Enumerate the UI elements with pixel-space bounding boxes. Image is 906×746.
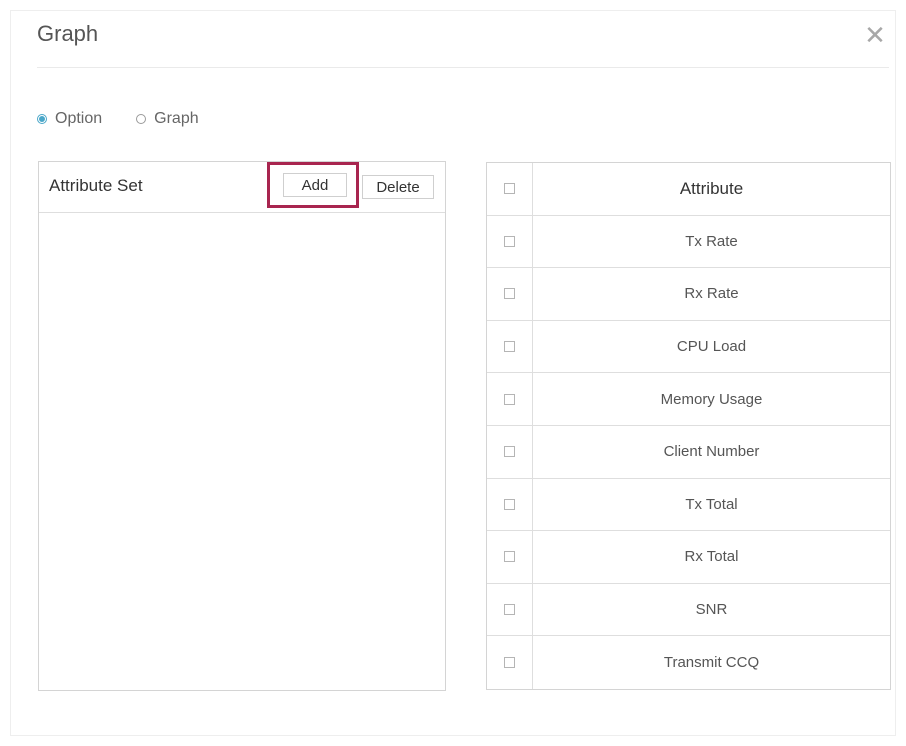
attribute-name: Memory Usage <box>660 390 763 408</box>
attribute-set-title: Attribute Set <box>49 176 143 195</box>
table-row: CPU Load <box>487 320 890 374</box>
check-cell <box>487 215 533 268</box>
table-row: Rx Total <box>487 531 890 584</box>
check-cell <box>487 373 533 425</box>
table-row: Tx Total <box>487 478 890 532</box>
table-header-row: Attribute <box>487 163 890 216</box>
delete-button[interactable]: Delete <box>362 175 434 199</box>
check-cell <box>487 425 533 478</box>
select-all-checkbox[interactable] <box>504 183 515 195</box>
dialog-title: Graph <box>37 21 99 46</box>
radio-option-label: Option <box>55 110 103 127</box>
radio-checked-icon[interactable] <box>37 114 47 124</box>
mode-radio-group: Option Graph <box>37 107 233 131</box>
row-checkbox[interactable] <box>504 341 515 353</box>
attribute-name: Transmit CCQ <box>663 654 760 672</box>
attribute-table: Attribute Tx Rate Rx Rate CPU Load Memor… <box>486 162 891 690</box>
table-row: Tx Rate <box>487 215 890 269</box>
title-divider <box>37 67 889 68</box>
attribute-column-header: Attribute <box>679 178 744 198</box>
attribute-set-header: Attribute Set Add Delete <box>39 162 445 213</box>
add-button-highlight: Add <box>267 162 359 208</box>
row-checkbox[interactable] <box>504 288 515 300</box>
row-checkbox[interactable] <box>504 604 515 616</box>
table-row: SNR <box>487 583 890 637</box>
row-checkbox[interactable] <box>504 446 515 458</box>
check-cell <box>487 531 533 583</box>
row-checkbox[interactable] <box>504 657 515 669</box>
header-check-cell <box>487 163 533 215</box>
attribute-name: Client Number <box>663 443 760 461</box>
table-row: Rx Rate <box>487 268 890 321</box>
check-cell <box>487 583 533 636</box>
radio-option[interactable]: Option <box>37 110 102 128</box>
check-cell <box>487 636 533 689</box>
radio-graph[interactable]: Graph <box>136 110 199 128</box>
row-checkbox[interactable] <box>504 498 515 510</box>
graph-dialog: Graph ✕ Option Graph Attribute Set Add D… <box>10 10 896 736</box>
attribute-name: SNR <box>695 601 728 619</box>
attribute-name: Tx Rate <box>685 232 738 250</box>
attribute-name: Rx Total <box>684 548 739 566</box>
attribute-name: Rx Rate <box>684 285 739 303</box>
radio-graph-label: Graph <box>154 110 199 127</box>
attribute-name: CPU Load <box>676 338 747 356</box>
close-icon[interactable]: ✕ <box>863 22 887 48</box>
row-checkbox[interactable] <box>504 393 515 405</box>
check-cell <box>487 268 533 320</box>
table-row: Memory Usage <box>487 373 890 426</box>
check-cell <box>487 478 533 531</box>
check-cell <box>487 320 533 373</box>
table-row: Transmit CCQ <box>487 636 890 689</box>
attribute-set-panel: Attribute Set Add Delete <box>38 161 446 691</box>
radio-unchecked-icon[interactable] <box>136 114 147 124</box>
add-button[interactable]: Add <box>283 173 347 197</box>
table-row: Client Number <box>487 425 890 479</box>
row-checkbox[interactable] <box>504 235 515 247</box>
row-checkbox[interactable] <box>504 551 515 563</box>
attribute-name: Tx Total <box>685 495 738 513</box>
